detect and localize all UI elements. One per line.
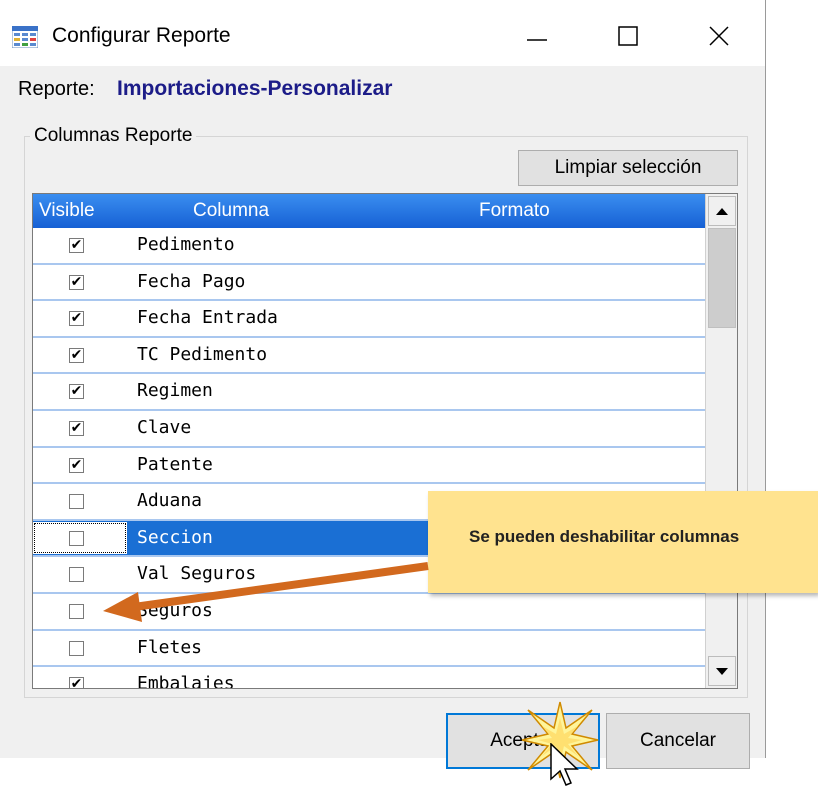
visible-checkbox[interactable] — [69, 567, 84, 583]
visible-checkbox[interactable] — [69, 494, 84, 510]
arrow-up-icon — [716, 208, 728, 215]
accept-button[interactable]: Aceptar — [446, 713, 600, 769]
visible-checkbox[interactable]: ✔ — [69, 420, 84, 436]
table-row[interactable]: ✔ Regimen — [33, 374, 705, 411]
visible-checkbox[interactable]: ✔ — [69, 677, 84, 688]
column-name-cell: Fecha Pago — [137, 270, 246, 292]
visible-checkbox[interactable]: ✔ — [69, 311, 84, 327]
column-name-cell: Fecha Entrada — [137, 307, 278, 329]
arrow-down-icon — [716, 668, 728, 675]
column-name-cell: Patente — [137, 453, 213, 475]
maximize-button[interactable] — [592, 14, 664, 58]
header-format[interactable]: Formato — [479, 200, 550, 222]
visible-checkbox[interactable]: ✔ — [69, 274, 84, 290]
column-name-cell: Fletes — [137, 636, 203, 658]
table-row[interactable]: ✔ Clave — [33, 411, 705, 448]
column-name-cell: Regimen — [137, 380, 213, 402]
clear-selection-button[interactable]: Limpiar selección — [518, 150, 738, 186]
column-name-cell: Seccion — [137, 526, 213, 548]
vertical-scrollbar[interactable] — [705, 194, 737, 688]
column-name-cell: Embalajes — [137, 673, 235, 689]
callout-text: Se pueden deshabilitar columnas — [469, 527, 740, 546]
table-row[interactable]: ✔ Patente — [33, 448, 705, 485]
annotation-callout: Se pueden deshabilitar columnas — [428, 491, 818, 593]
table-row[interactable]: Seguros — [33, 594, 705, 631]
cancel-button[interactable]: Cancelar — [606, 713, 750, 769]
table-row[interactable]: ✔ Pedimento — [33, 228, 705, 265]
scroll-up-button[interactable] — [708, 196, 736, 226]
dialog-window: Configurar Reporte Reporte: Importacione… — [0, 0, 766, 769]
header-column[interactable]: Columna — [193, 200, 269, 222]
scroll-down-button[interactable] — [708, 656, 736, 686]
visible-checkbox[interactable] — [69, 530, 84, 546]
scrollbar-thumb[interactable] — [708, 228, 736, 328]
column-name-cell: TC Pedimento — [137, 343, 268, 365]
visible-checkbox[interactable] — [69, 640, 84, 656]
grid-header: Visible Columna Formato — [33, 194, 705, 228]
close-button[interactable] — [683, 14, 755, 58]
minimize-icon — [527, 39, 547, 41]
table-row[interactable]: ✔ Embalajes — [33, 667, 705, 689]
close-icon — [709, 26, 729, 46]
report-app-icon — [12, 26, 38, 48]
column-name-cell: Pedimento — [137, 234, 235, 255]
table-row[interactable]: Fletes — [33, 631, 705, 668]
maximize-icon — [618, 26, 638, 46]
column-name-cell: Aduana — [137, 490, 203, 512]
report-label: Reporte: — [18, 78, 95, 100]
title-bar: Configurar Reporte — [0, 0, 765, 66]
visible-checkbox[interactable]: ✔ — [69, 238, 84, 253]
columns-group-label: Columnas Reporte — [30, 125, 197, 147]
column-name-cell: Seguros — [137, 599, 213, 621]
visible-checkbox[interactable]: ✔ — [69, 457, 84, 473]
visible-checkbox[interactable]: ✔ — [69, 384, 84, 400]
table-row[interactable]: ✔ Fecha Pago — [33, 265, 705, 302]
report-name: Importaciones-Personalizar — [117, 77, 393, 100]
table-row[interactable]: ✔ TC Pedimento — [33, 338, 705, 375]
header-visible[interactable]: Visible — [39, 200, 95, 222]
visible-checkbox[interactable]: ✔ — [69, 347, 84, 363]
window-title: Configurar Reporte — [52, 24, 231, 47]
minimize-button[interactable] — [501, 14, 573, 58]
columns-grid[interactable]: Visible Columna Formato ✔ Pedimento ✔ Fecha… — [32, 193, 738, 689]
column-name-cell: Val Seguros — [137, 563, 257, 585]
table-row[interactable]: ✔ Fecha Entrada — [33, 301, 705, 338]
visible-checkbox[interactable] — [69, 603, 84, 619]
grid-rows: ✔ Pedimento ✔ Fecha Pago ✔ Fecha Entrada ✔ TC P… — [33, 228, 705, 689]
column-name-cell: Clave — [137, 416, 192, 438]
